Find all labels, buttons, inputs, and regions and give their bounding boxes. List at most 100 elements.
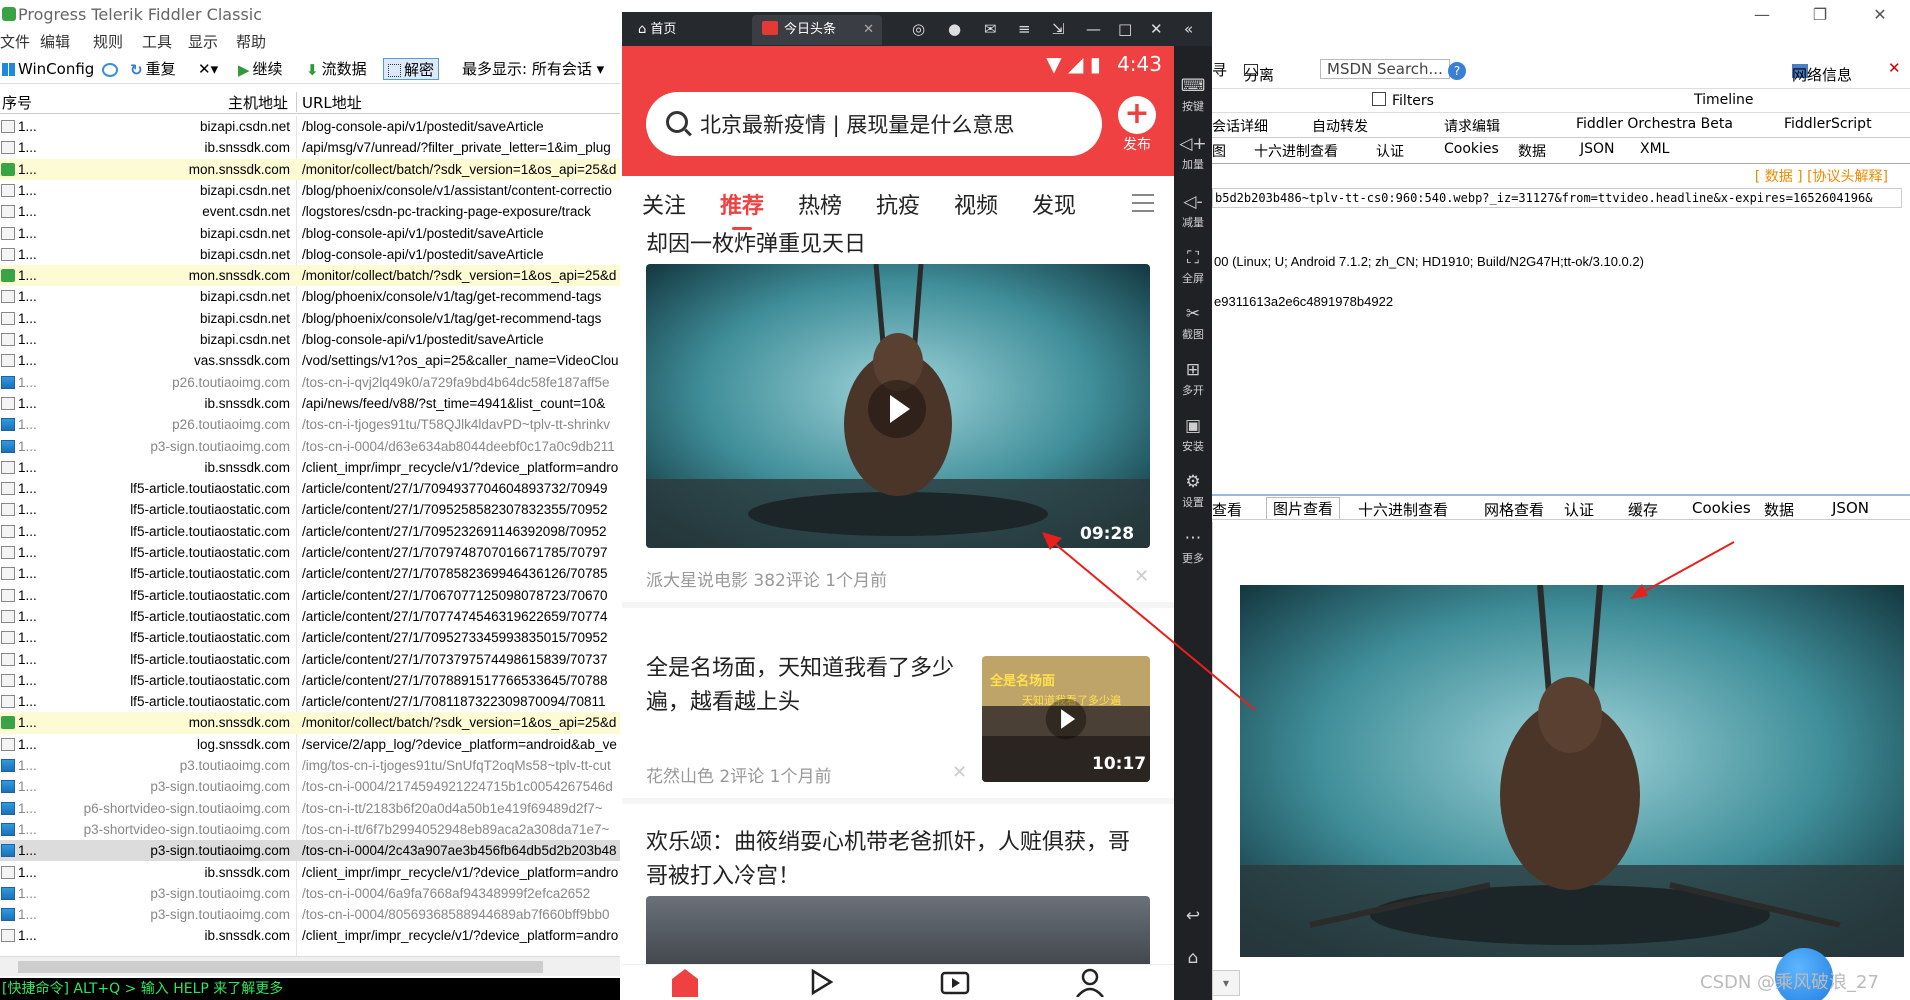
video-nav-icon[interactable]	[805, 967, 835, 997]
table-row[interactable]: 1... ib.snssdk.com/api/news/feed/v88/?st_…	[0, 393, 620, 414]
resp-tab-imageview[interactable]: 图片查看	[1266, 497, 1341, 519]
help-icon[interactable]: ?	[1448, 62, 1466, 80]
minimize-button[interactable]: —	[1742, 3, 1782, 27]
profile-nav-icon[interactable]	[1075, 967, 1105, 997]
table-row[interactable]: 1... lf5-article.toutiaostatic.com/articl…	[0, 585, 620, 606]
session-list[interactable]: 1... bizapi.csdn.net/blog-console-api/v1/…	[0, 116, 620, 956]
keep-sessions-dropdown[interactable]: 最多显示: 所有会话 ▾	[462, 58, 604, 80]
table-row[interactable]: 1... bizapi.csdn.net/blog/phoenix/console…	[0, 308, 620, 329]
horizontal-scrollbar[interactable]	[0, 956, 620, 976]
emulator-toutiao-tab[interactable]: 今日头条 ✕	[752, 15, 882, 45]
emulator-home-tab[interactable]: ⌂ 首页	[638, 15, 676, 45]
table-row[interactable]: 1... bizapi.csdn.net/blog/phoenix/console…	[0, 180, 620, 201]
table-row[interactable]: 1... ib.snssdk.com/client_impr/impr_recyc…	[0, 925, 620, 946]
table-row[interactable]: 1... p3-shortvideo-sign.toutiaoimg.com/to…	[0, 819, 620, 840]
stream-button[interactable]: ⬇ 流数据	[306, 58, 367, 80]
table-row[interactable]: 1... log.snssdk.com/service/2/app_log/?de…	[0, 734, 620, 755]
table-row[interactable]: 1... lf5-article.toutiaostatic.com/articl…	[0, 627, 620, 648]
table-row[interactable]: 1... lf5-article.toutiaostatic.com/articl…	[0, 691, 620, 712]
resp-tab-cookies[interactable]: Cookies	[1692, 499, 1751, 517]
table-row[interactable]: 1... lf5-article.toutiaostatic.com/articl…	[0, 478, 620, 499]
side-keymap-button[interactable]: ⌨ 按键	[1174, 76, 1212, 114]
channel-menu-icon[interactable]	[1132, 194, 1154, 212]
table-row[interactable]: 1... p6-shortvideo-sign.toutiaoimg.com/to…	[0, 798, 620, 819]
winconfig-button[interactable]: WinConfig	[2, 58, 94, 80]
comment-button[interactable]	[102, 58, 121, 80]
tab-inspectors[interactable]: 会话详细	[1212, 116, 1268, 136]
table-row[interactable]: 1... p3-sign.toutiaoimg.com/tos-cn-i-0004…	[0, 776, 620, 797]
resp-tab-auth[interactable]: 认证	[1564, 499, 1594, 520]
emu-minimize-icon[interactable]: —	[1086, 20, 1101, 38]
resp-tab-grid[interactable]: 网格查看	[1484, 499, 1544, 520]
table-row[interactable]: 1... p3-sign.toutiaoimg.com/tos-cn-i-0004…	[0, 904, 620, 925]
side-volume-down-button[interactable]: ◁- 减量	[1174, 192, 1212, 230]
table-row[interactable]: 1... p3-sign.toutiaoimg.com/tos-cn-i-0004…	[0, 436, 620, 457]
tab-filters[interactable]: Filters	[1372, 92, 1434, 109]
play-icon[interactable]	[1045, 698, 1087, 740]
feed-item-title[interactable]: 欢乐颂：曲筱绡耍心机带老爸抓奸，人赃俱获，哥哥被打入冷宫！	[646, 826, 1150, 894]
emu-close-icon[interactable]: ✕	[1150, 20, 1163, 38]
table-row[interactable]: 1... mon.snssdk.com/monitor/collect/batch…	[0, 158, 620, 180]
table-row[interactable]: 1... p3.toutiaoimg.com/img/tos-cn-i-tjoge…	[0, 755, 620, 776]
resp-tab-raw[interactable]: 数据	[1764, 499, 1794, 520]
gamepad-icon[interactable]: ◎	[912, 20, 925, 38]
column-host[interactable]: 主机地址	[228, 92, 288, 113]
tab-recommend[interactable]: 推荐	[720, 188, 764, 230]
msdn-search-input[interactable]: MSDN Search...	[1320, 59, 1450, 79]
publish-button[interactable]: + 发布	[1112, 96, 1162, 154]
table-row[interactable]: 1... bizapi.csdn.net/blog-console-api/v1/…	[0, 244, 620, 265]
resp-tab-headers[interactable]: 查看	[1212, 499, 1242, 520]
table-row[interactable]: 1... bizapi.csdn.net/blog-console-api/v1/…	[0, 116, 620, 137]
emu-maximize-icon[interactable]: □	[1118, 20, 1132, 38]
tab-orchestra[interactable]: Fiddler Orchestra Beta	[1576, 116, 1733, 132]
table-row[interactable]: 1... ib.snssdk.com/api/msg/v7/unread/?fil…	[0, 137, 620, 158]
side-install-button[interactable]: ▣ 安装	[1174, 416, 1212, 454]
table-row[interactable]: 1... vas.snssdk.com/vod/settings/v1?os_ap…	[0, 350, 620, 371]
search-bar[interactable]: 北京最新疫情 | 展现量是什么意思	[646, 92, 1102, 156]
resume-button[interactable]: ▶ 继续	[238, 58, 283, 80]
table-row[interactable]: 1... lf5-article.toutiaostatic.com/articl…	[0, 649, 620, 670]
header-legend-link[interactable]: [ 数据 ] [协议头解释]	[1212, 166, 1902, 186]
user-icon[interactable]: ●	[948, 20, 961, 38]
close-panel-icon[interactable]: ✕	[1888, 59, 1901, 77]
scrollbar-thumb[interactable]	[18, 961, 543, 973]
chevron-down-icon[interactable]: ▾	[1212, 970, 1240, 996]
table-row[interactable]: 1... bizapi.csdn.net/blog/phoenix/console…	[0, 286, 620, 307]
menu-rules[interactable]: 规则	[93, 31, 123, 52]
resp-tab-json[interactable]: JSON	[1832, 499, 1869, 517]
dismiss-icon[interactable]: ✕	[1134, 566, 1149, 587]
column-separator[interactable]	[296, 92, 297, 112]
table-row[interactable]: 1... mon.snssdk.com/monitor/collect/batch…	[0, 265, 620, 287]
resp-tab-cache[interactable]: 缓存	[1628, 499, 1658, 520]
video-thumbnail-small[interactable]: 全是名场面 天知道我看了多少遍 10:17	[982, 656, 1150, 782]
menu-view[interactable]: 显示	[188, 31, 218, 52]
table-row[interactable]: 1... lf5-article.toutiaostatic.com/articl…	[0, 521, 620, 542]
column-num[interactable]: 序号	[2, 92, 32, 113]
find-button[interactable]: 寻	[1212, 59, 1227, 80]
req-tab-raw[interactable]: 数据	[1518, 141, 1546, 161]
table-row[interactable]: 1... p3-sign.toutiaoimg.com/tos-cn-i-0004…	[0, 840, 620, 862]
remove-button[interactable]: ✕▾	[198, 58, 218, 80]
table-row[interactable]: 1... lf5-article.toutiaostatic.com/articl…	[0, 542, 620, 563]
table-row[interactable]: 1... lf5-article.toutiaostatic.com/articl…	[0, 563, 620, 584]
tab-timeline[interactable]: Timeline	[1694, 92, 1754, 108]
dismiss-icon[interactable]: ✕	[952, 762, 967, 783]
table-row[interactable]: 1... bizapi.csdn.net/blog-console-api/v1/…	[0, 223, 620, 244]
menu-file[interactable]: 文件	[0, 31, 30, 52]
menu-edit[interactable]: 编辑	[40, 31, 70, 52]
decode-button[interactable]: 解密	[383, 58, 440, 80]
replay-button[interactable]: ↻ 重复	[130, 58, 176, 80]
side-settings-button[interactable]: ⚙ 设置	[1174, 472, 1212, 510]
tab-follow[interactable]: 关注	[642, 188, 686, 220]
req-tab-cookies[interactable]: Cookies	[1444, 141, 1499, 157]
watch-nav-icon[interactable]	[940, 967, 970, 997]
column-url[interactable]: URL地址	[302, 92, 362, 113]
req-tab-headers[interactable]: 图	[1212, 141, 1226, 161]
table-row[interactable]: 1... mon.snssdk.com/monitor/collect/batch…	[0, 712, 620, 734]
play-icon[interactable]	[868, 380, 926, 438]
req-tab-hex[interactable]: 十六进制查看	[1254, 141, 1338, 161]
table-row[interactable]: 1... p3-sign.toutiaoimg.com/tos-cn-i-0004…	[0, 883, 620, 904]
mail-icon[interactable]: ✉	[984, 20, 997, 38]
side-fullscreen-button[interactable]: ⛶ 全屏	[1174, 248, 1212, 286]
table-row[interactable]: 1... ib.snssdk.com/client_impr/impr_recyc…	[0, 457, 620, 478]
